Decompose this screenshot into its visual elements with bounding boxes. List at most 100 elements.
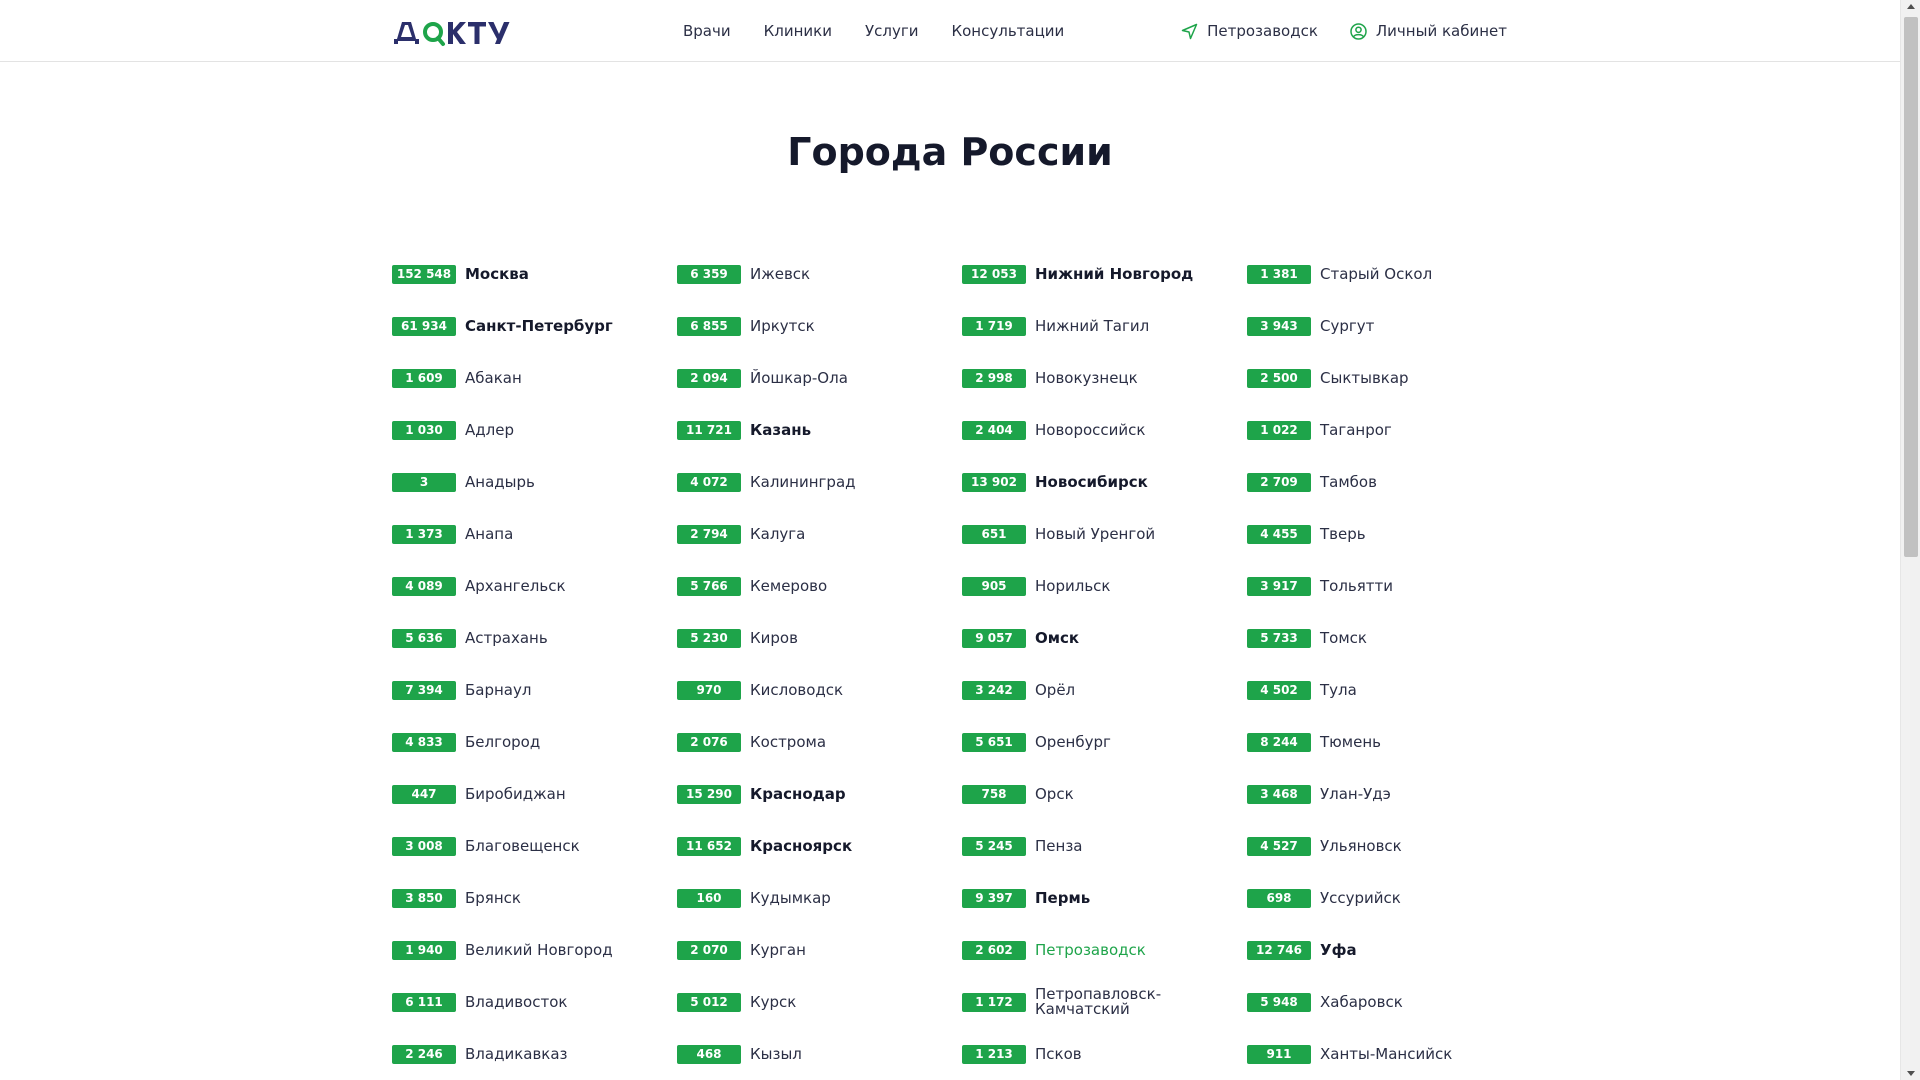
city-item[interactable]: 5 245 Пенза [962,820,1247,872]
nav-item-consultations[interactable]: Консультации [951,20,1064,42]
city-item[interactable]: 2 076 Кострома [677,716,962,768]
city-item[interactable]: 5 733 Томск [1247,612,1532,664]
city-item[interactable]: 11 652 Красноярск [677,820,962,872]
city-name: Старый Оскол [1320,264,1433,283]
city-name: Адлер [465,420,514,439]
city-selector[interactable]: Петрозаводск [1181,20,1318,42]
city-item[interactable]: 5 651 Оренбург [962,716,1247,768]
city-item[interactable]: 1 719 Нижний Тагил [962,300,1247,352]
city-item[interactable]: 2 094 Йошкар-Ола [677,352,962,404]
city-item[interactable]: 4 502 Тула [1247,664,1532,716]
city-name: Белгород [465,732,541,751]
doctor-count-badge: 2 500 [1247,368,1311,388]
city-item[interactable]: 3 917 Тольятти [1247,560,1532,612]
doctor-count-badge: 468 [677,1044,741,1064]
city-item[interactable]: 2 794 Калуга [677,508,962,560]
doctor-count-badge: 4 527 [1247,836,1311,856]
city-item[interactable]: 61 934 Санкт-Петербург [392,300,677,352]
nav-item-clinics[interactable]: Клиники [764,20,832,42]
scrollbar[interactable] [1900,0,1920,1080]
city-item[interactable]: 1 022 Таганрог [1247,404,1532,456]
city-item[interactable]: 5 012 Курск [677,976,962,1028]
city-item[interactable]: 970 Кисловодск [677,664,962,716]
city-item[interactable]: 5 948 Хабаровск [1247,976,1532,1028]
city-item[interactable]: 1 609 Абакан [392,352,677,404]
logo[interactable] [392,13,522,51]
city-name: Иркутск [750,316,815,335]
city-item[interactable]: 13 902 Новосибирск [962,456,1247,508]
city-item[interactable]: 11 721 Казань [677,404,962,456]
city-item[interactable]: 5 230 Киров [677,612,962,664]
city-name: Киров [750,628,798,647]
doctor-count-badge: 13 902 [962,472,1026,492]
user-circle-icon [1350,22,1367,40]
city-item[interactable]: 3 242 Орёл [962,664,1247,716]
city-item[interactable]: 2 602 Петрозаводск [962,924,1247,976]
doctor-count-badge: 5 948 [1247,992,1311,1012]
city-item[interactable]: 6 855 Иркутск [677,300,962,352]
doctor-count-badge: 970 [677,680,741,700]
scrollbar-thumb[interactable] [1904,17,1918,557]
city-item[interactable]: 1 172 Петропавловск-Камчатский [962,976,1247,1028]
city-item[interactable]: 5 766 Кемерово [677,560,962,612]
main-nav: Врачи Клиники Услуги Консультации [683,20,1097,42]
city-item[interactable]: 5 636 Астрахань [392,612,677,664]
city-item[interactable]: 6 359 Ижевск [677,248,962,300]
city-name: Новый Уренгой [1035,524,1156,543]
city-item[interactable]: 2 998 Новокузнецк [962,352,1247,404]
city-item[interactable]: 152 548 Москва [392,248,677,300]
city-item[interactable]: 1 030 Адлер [392,404,677,456]
city-item[interactable]: 8 244 Тюмень [1247,716,1532,768]
city-item[interactable]: 2 500 Сыктывкар [1247,352,1532,404]
doctor-count-badge: 698 [1247,888,1311,908]
nav-item-doctors[interactable]: Врачи [683,20,731,42]
city-item[interactable]: 758 Орск [962,768,1247,820]
city-item[interactable]: 1 940 Великий Новгород [392,924,677,976]
city-item[interactable]: 6 111 Владивосток [392,976,677,1028]
city-item[interactable]: 4 072 Калининград [677,456,962,508]
doctor-count-badge: 7 394 [392,680,456,700]
city-name: Ижевск [750,264,811,283]
city-item[interactable]: 4 527 Ульяновск [1247,820,1532,872]
city-item[interactable]: 160 Кудымкар [677,872,962,924]
city-item[interactable]: 4 455 Тверь [1247,508,1532,560]
account-link[interactable]: Личный кабинет [1350,20,1507,42]
city-name: Санкт-Петербург [465,316,613,335]
city-item[interactable]: 9 397 Пермь [962,872,1247,924]
city-item[interactable]: 1 381 Старый Оскол [1247,248,1532,300]
doctor-count-badge: 3 917 [1247,576,1311,596]
city-item[interactable]: 698 Уссурийск [1247,872,1532,924]
city-item[interactable]: 1 213 Псков [962,1028,1247,1080]
city-item[interactable]: 9 057 Омск [962,612,1247,664]
city-item[interactable]: 651 Новый Уренгой [962,508,1247,560]
city-item[interactable]: 15 290 Краснодар [677,768,962,820]
city-item[interactable]: 7 394 Барнаул [392,664,677,716]
city-item[interactable]: 447 Биробиджан [392,768,677,820]
city-item[interactable]: 3 Анадырь [392,456,677,508]
city-item[interactable]: 3 850 Брянск [392,872,677,924]
city-item[interactable]: 4 089 Архангельск [392,560,677,612]
city-name: Калининград [750,472,856,491]
nav-item-services[interactable]: Услуги [865,20,918,42]
city-item[interactable]: 4 833 Белгород [392,716,677,768]
city-item[interactable]: 3 008 Благовещенск [392,820,677,872]
city-item[interactable]: 1 373 Анапа [392,508,677,560]
scroll-up-arrow-icon[interactable] [1907,4,1915,9]
city-name: Орёл [1035,680,1076,699]
city-item[interactable]: 2 709 Тамбов [1247,456,1532,508]
city-item[interactable]: 2 070 Курган [677,924,962,976]
scroll-down-arrow-icon[interactable] [1907,1071,1915,1076]
city-item[interactable]: 468 Кызыл [677,1028,962,1080]
city-name: Тверь [1320,524,1366,543]
city-item[interactable]: 2 404 Новороссийск [962,404,1247,456]
city-item[interactable]: 911 Ханты-Мансийск [1247,1028,1532,1080]
doctor-count-badge: 2 998 [962,368,1026,388]
city-name: Великий Новгород [465,940,613,959]
city-item[interactable]: 12 053 Нижний Новгород [962,248,1247,300]
city-item[interactable]: 2 246 Владикавказ [392,1028,677,1080]
city-name: Астрахань [465,628,548,647]
city-item[interactable]: 12 746 Уфа [1247,924,1532,976]
city-item[interactable]: 905 Норильск [962,560,1247,612]
city-item[interactable]: 3 468 Улан-Удэ [1247,768,1532,820]
city-item[interactable]: 3 943 Сургут [1247,300,1532,352]
